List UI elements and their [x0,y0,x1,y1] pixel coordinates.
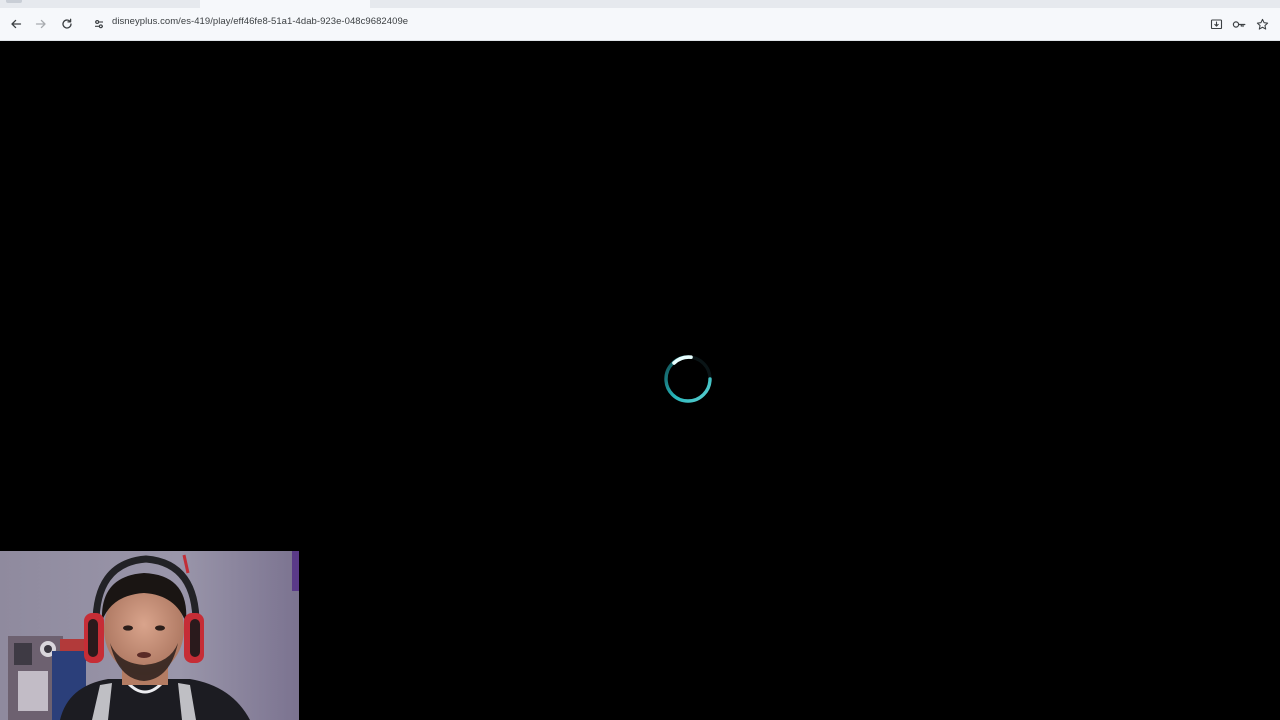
site-info-button[interactable] [90,15,108,33]
tab-inactive[interactable] [6,0,22,3]
browser-toolbar: disneyplus.com/es-419/play/eff46fe8-51a1… [0,8,1280,41]
address-bar[interactable]: disneyplus.com/es-419/play/eff46fe8-51a1… [84,11,1254,37]
install-app-button[interactable] [1206,14,1226,34]
reload-button[interactable] [57,14,77,34]
forward-button[interactable] [31,14,51,34]
back-button[interactable] [6,14,26,34]
arrow-right-icon [35,19,46,29]
browser-window: disneyplus.com/es-419/play/eff46fe8-51a1… [0,0,1280,720]
arrow-left-icon [11,19,22,29]
password-manager-button[interactable] [1229,14,1249,34]
webcam-feed [0,551,299,720]
install-app-icon [1210,18,1222,29]
bookmark-button[interactable] [1252,14,1272,34]
star-icon [1256,18,1268,30]
loading-spinner-icon [664,355,712,403]
webcam-overlay [0,551,299,720]
url-text[interactable]: disneyplus.com/es-419/play/eff46fe8-51a1… [112,16,408,27]
tab-strip [0,0,1280,8]
tab-active[interactable] [200,0,370,8]
tune-icon [95,20,103,29]
reload-icon [62,18,72,29]
key-icon [1232,20,1246,28]
